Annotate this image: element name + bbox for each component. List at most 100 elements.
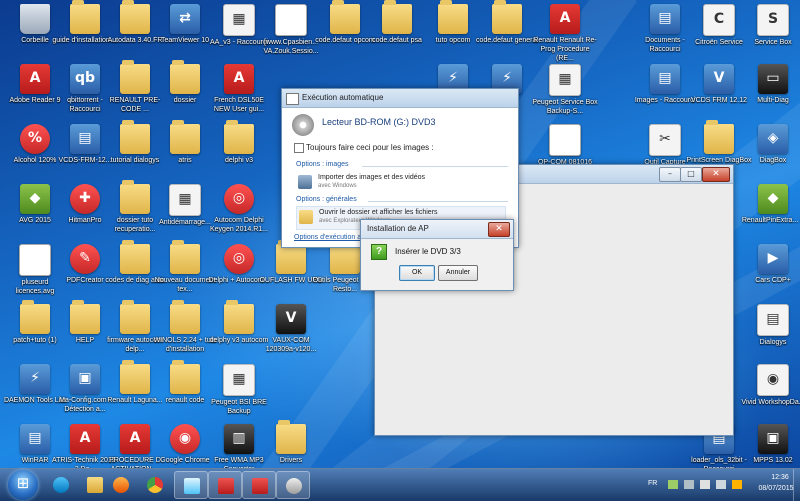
desktop-icon[interactable]: delphi v3 xyxy=(206,120,272,186)
red-icon: ✚ xyxy=(70,184,100,214)
desktop-icon-label: Drivers xyxy=(279,457,303,464)
desktop-icon[interactable]: ◉ Vivid WorkshopDa... xyxy=(740,362,800,426)
icon-glyph: ▤ xyxy=(658,70,672,86)
folder-icon xyxy=(382,0,412,34)
desktop-icon-label: Peugeot BSI BRE Backup xyxy=(211,399,267,415)
desktop-icon[interactable]: Drivers xyxy=(258,420,324,468)
icon-glyph: ▦ xyxy=(558,71,572,87)
icon-glyph: ◎ xyxy=(232,190,246,206)
desktop-icon-label: Autocom Delphi Keygen 2014.R1... xyxy=(210,217,268,233)
cancel-button[interactable]: Annuler xyxy=(438,265,478,281)
pdf-icon: A xyxy=(70,424,100,454)
icon-glyph: ✎ xyxy=(79,250,91,266)
desktop-icon[interactable]: ◆ RenaultPinExtra... 2 xyxy=(740,182,800,246)
camera-icon xyxy=(298,175,312,189)
green-icon: ◆ xyxy=(758,184,788,214)
desktop-icon-label: DiagBox xyxy=(759,157,787,164)
desktop-icon[interactable]: ▭ Multi-Diag xyxy=(740,62,800,126)
pdf-icon: A xyxy=(550,4,580,34)
icon-glyph: ▣ xyxy=(78,370,92,386)
close-button[interactable]: ✕ xyxy=(702,167,730,182)
folder-icon xyxy=(276,240,306,274)
import-pictures-option[interactable]: Importer des images et des vidéos avec W… xyxy=(296,172,506,194)
icon-glyph: ◉ xyxy=(766,371,780,387)
dvd-drive-icon xyxy=(292,114,314,136)
dark-icon: ▭ xyxy=(758,64,788,94)
desktop-icon-label: Vivid WorkshopDa... xyxy=(741,399,800,406)
desktop-icon-label: Renault Renault Re-Prog Procedure (RE... xyxy=(533,37,597,62)
desktop-icon[interactable]: S Service Box xyxy=(740,2,800,66)
folder-icon xyxy=(330,0,360,34)
desktop-icon[interactable]: ◎ Autocom Delphi Keygen 2014.R1... xyxy=(206,182,272,246)
app-icon: ▣ xyxy=(70,364,100,394)
icon-glyph: % xyxy=(27,130,43,146)
icon-glyph: ✂ xyxy=(659,131,671,147)
autoplay-titlebar[interactable]: Exécution automatique xyxy=(282,89,518,108)
icon-glyph: C xyxy=(713,11,725,27)
icon-glyph: A xyxy=(233,70,245,86)
doc-icon xyxy=(275,4,307,36)
icon-glyph: ▦ xyxy=(232,371,246,387)
folder-icon xyxy=(330,240,360,274)
desktop-icon[interactable]: V VAUX-COM 120309a-v120... xyxy=(258,302,324,366)
taskbar-media-player[interactable] xyxy=(104,471,138,499)
ie-icon xyxy=(53,477,69,493)
autoplay-options-link[interactable]: Options d'exécution a... xyxy=(294,234,367,241)
desktop-icon[interactable]: A Renault Renault Re-Prog Procedure (RE..… xyxy=(532,2,598,66)
desktop-icon-label: MPPS 13.02 xyxy=(753,457,793,464)
bin-icon xyxy=(20,4,50,34)
ok-button[interactable]: OK xyxy=(399,265,435,281)
desktop-icon[interactable]: code.defaut general xyxy=(474,0,540,66)
divider xyxy=(368,201,508,202)
maximize-button[interactable]: □ xyxy=(680,167,702,182)
install-dialog[interactable]: Installation de AP ✕ ? Insérer le DVD 3/… xyxy=(360,219,514,291)
icon-glyph: ⚡ xyxy=(448,70,458,86)
taskbar-ie[interactable] xyxy=(44,471,78,499)
desktop-icon[interactable]: ▦ Peugeot Service Box Backup-S... xyxy=(532,62,598,126)
folder-icon xyxy=(120,180,150,214)
icon-glyph: ⚡ xyxy=(30,370,40,386)
folder-icon xyxy=(170,120,200,154)
red-icon: ◉ xyxy=(170,424,200,454)
action-center-icon[interactable] xyxy=(684,480,694,489)
taskbar-autoplay[interactable] xyxy=(276,471,310,499)
taskbar-pictures[interactable] xyxy=(174,471,208,499)
taskbar-chrome[interactable] xyxy=(138,471,172,499)
volume-icon[interactable] xyxy=(716,480,726,489)
folder-icon xyxy=(704,120,734,154)
start-button[interactable] xyxy=(8,470,38,500)
desktop-icon[interactable]: ▣ MPPS 13.02 xyxy=(740,422,800,468)
icon-glyph: ▤ xyxy=(658,10,672,26)
show-desktop-button[interactable] xyxy=(793,469,800,501)
desktop-icon-label: French DSL50E NEW User gui... xyxy=(213,97,265,113)
network-icon[interactable] xyxy=(668,480,678,489)
desktop-icon-label: Dialogys xyxy=(759,339,787,346)
desktop-icon-label: Service Box xyxy=(754,39,792,46)
power-icon[interactable] xyxy=(700,480,710,489)
close-button[interactable]: ✕ xyxy=(488,222,510,237)
desktop-icon[interactable]: A French DSL50E NEW User gui... xyxy=(206,62,272,126)
desktop-icon[interactable]: ▤ Dialogys xyxy=(740,302,800,366)
flag-icon[interactable] xyxy=(732,480,742,489)
minimize-button[interactable]: – xyxy=(659,167,681,182)
autoplay-icon xyxy=(286,478,302,494)
dark-icon: V xyxy=(276,304,306,334)
folder-icon xyxy=(120,0,150,34)
desktop-icon-label: Peugeot Service Box Backup-S... xyxy=(532,99,598,115)
install-titlebar[interactable]: Installation de AP ✕ xyxy=(361,220,513,239)
always-do-checkbox[interactable] xyxy=(294,143,304,153)
desktop-icon[interactable]: ▶ Cars CDP+ xyxy=(740,242,800,306)
icon-glyph: A xyxy=(29,70,41,86)
icon-glyph: ✚ xyxy=(79,190,91,206)
icon-glyph: ▤ xyxy=(28,430,42,446)
desktop-icon[interactable]: ▦ Peugeot BSI BRE Backup xyxy=(206,362,272,426)
red-icon: ◎ xyxy=(224,184,254,214)
icon-glyph: ▥ xyxy=(232,430,246,446)
language-indicator[interactable]: FR xyxy=(648,480,657,487)
taskbar-acrobat-2[interactable] xyxy=(242,471,276,499)
desktop-icon[interactable]: ◈ DiagBox xyxy=(740,122,800,186)
taskbar-acrobat[interactable] xyxy=(208,471,242,499)
divider xyxy=(362,166,508,167)
folder-icon xyxy=(170,360,200,394)
icon-glyph: ▦ xyxy=(232,11,246,27)
